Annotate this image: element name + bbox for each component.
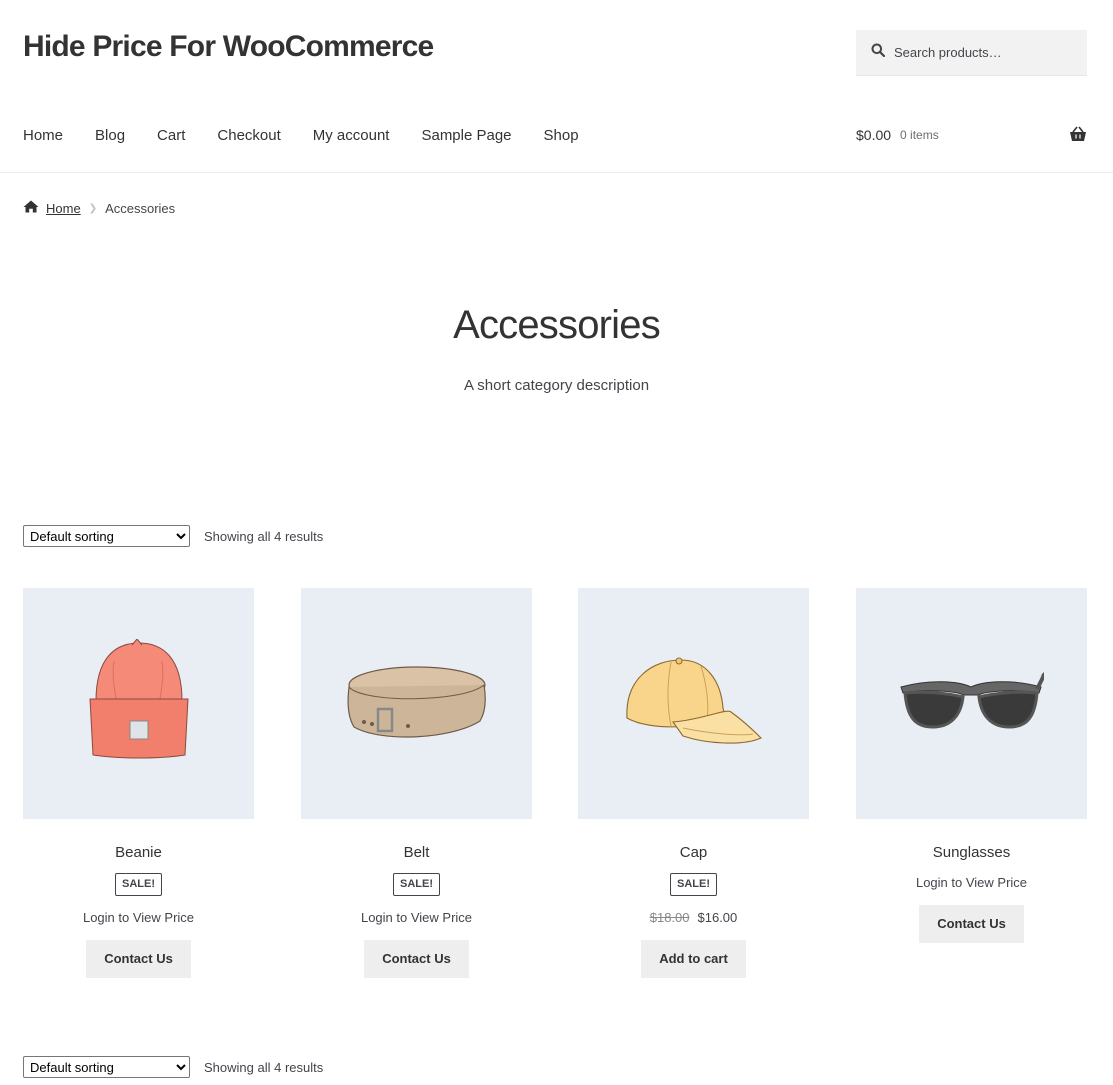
product-name[interactable]: Sunglasses: [856, 843, 1087, 863]
breadcrumb: Home ❯ Accessories: [23, 199, 175, 217]
beanie-image: [88, 638, 189, 758]
price-original: $18.00: [649, 910, 690, 925]
shop-toolbar-top: Default sorting Showing all 4 results: [23, 525, 323, 547]
header-divider: [0, 172, 1113, 173]
cap-image: [626, 657, 762, 744]
product-image-cap[interactable]: [578, 588, 809, 819]
product-image-beanie[interactable]: [23, 588, 254, 819]
login-to-view-price-link[interactable]: Login to View Price: [916, 875, 1027, 890]
product-name[interactable]: Cap: [578, 843, 809, 863]
product-card-cap: Cap SALE! $18.00 $16.00 Add to cart: [578, 588, 809, 978]
sale-badge: SALE!: [393, 873, 440, 896]
breadcrumb-current: Accessories: [105, 200, 176, 216]
sort-select-bottom[interactable]: Default sorting: [23, 1056, 190, 1078]
sunglasses-image: [900, 671, 1044, 729]
cart-amount: $0.00: [856, 127, 892, 143]
price-sale: $16.00: [697, 910, 738, 925]
primary-navigation: Home Blog Cart Checkout My account Sampl…: [23, 124, 611, 146]
nav-item-blog[interactable]: Blog: [95, 127, 125, 144]
breadcrumb-home-link[interactable]: Home: [46, 201, 81, 216]
belt-image: [346, 665, 486, 738]
product-search[interactable]: [856, 30, 1087, 76]
sale-badge: SALE!: [115, 873, 162, 896]
contact-us-button[interactable]: Contact Us: [364, 940, 469, 978]
site-title[interactable]: Hide Price For WooCommerce: [23, 30, 434, 64]
product-card-sunglasses: Sunglasses Login to View Price Contact U…: [856, 588, 1087, 943]
search-icon: [871, 43, 886, 62]
shop-toolbar-bottom: Default sorting Showing all 4 results: [23, 1056, 323, 1078]
basket-icon[interactable]: [1069, 126, 1087, 145]
nav-item-home[interactable]: Home: [23, 127, 63, 144]
nav-item-cart[interactable]: Cart: [157, 127, 185, 144]
page-title: Accessories: [453, 303, 661, 347]
contact-us-button[interactable]: Contact Us: [919, 905, 1024, 943]
chevron-right-icon: ❯: [88, 202, 98, 214]
contact-us-button[interactable]: Contact Us: [86, 940, 191, 978]
sort-select-top[interactable]: Default sorting: [23, 525, 190, 547]
product-image-sunglasses[interactable]: [856, 588, 1087, 819]
product-price: Login to View Price: [23, 910, 254, 926]
result-count-top: Showing all 4 results: [204, 528, 324, 544]
cart-item-count: 0 items: [900, 128, 939, 142]
category-description: A short category description: [463, 377, 650, 394]
product-price: $18.00 $16.00: [578, 910, 809, 926]
header-cart[interactable]: $0.00 0 items: [856, 124, 1087, 146]
product-card-belt: Belt SALE! Login to View Price Contact U…: [301, 588, 532, 978]
add-to-cart-button[interactable]: Add to cart: [641, 940, 746, 978]
product-price: Login to View Price: [856, 875, 1087, 891]
login-to-view-price-link[interactable]: Login to View Price: [361, 910, 472, 925]
home-icon: [23, 200, 39, 216]
product-card-beanie: Beanie SALE! Login to View Price Contact…: [23, 588, 254, 978]
result-count-bottom: Showing all 4 results: [204, 1059, 324, 1075]
product-grid: Beanie SALE! Login to View Price Contact…: [23, 588, 1087, 1008]
product-name[interactable]: Beanie: [23, 843, 254, 863]
nav-item-shop[interactable]: Shop: [544, 127, 579, 144]
search-input[interactable]: [892, 44, 1076, 61]
nav-item-checkout[interactable]: Checkout: [217, 127, 280, 144]
login-to-view-price-link[interactable]: Login to View Price: [83, 910, 194, 925]
nav-item-my-account[interactable]: My account: [313, 127, 390, 144]
sale-badge: SALE!: [670, 873, 717, 896]
nav-item-sample-page[interactable]: Sample Page: [421, 127, 511, 144]
product-price: Login to View Price: [301, 910, 532, 926]
product-name[interactable]: Belt: [301, 843, 532, 863]
product-image-belt[interactable]: [301, 588, 532, 819]
